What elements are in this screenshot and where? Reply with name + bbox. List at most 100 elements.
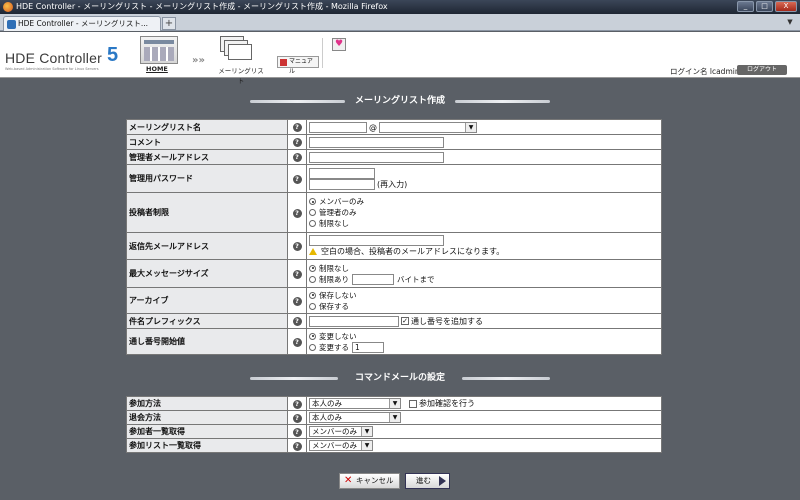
join-confirm-label: 参加確認を行う [419,399,475,408]
reply-to-input[interactable] [309,235,444,246]
hde-logo[interactable]: HDE Controller 5 [5,44,118,66]
mailinglist-link[interactable]: メーリングリスト [217,65,265,85]
radio-members-only[interactable]: メンバーのみ [309,196,659,207]
help-icon[interactable]: ? [292,123,302,132]
table-row: 件名プレフィックス ? ✓ 通し番号を追加する [126,313,662,329]
reenter-label: (再入力) [377,179,408,189]
tab-bar: HDE Controller - メーリングリスト... + ▼ [0,14,800,31]
new-tab-button[interactable]: + [162,17,176,30]
table-row: 参加方法 ? 本人のみ ▼ 参加確認を行う [126,396,662,411]
field-label: 参加方法 [126,396,288,411]
window-titlebar: HDE Controller - メーリングリスト - メーリングリスト作成 -… [0,0,800,14]
table-row: アーカイブ ? 保存しない 保存する [126,287,662,314]
field-label: 件名プレフィックス [126,313,288,329]
heart-icon[interactable]: ♥ [332,38,346,51]
next-button[interactable]: 進む [405,473,450,489]
chevron-down-icon: ▼ [361,441,372,450]
manual-button[interactable]: マニュアル [277,56,319,75]
leave-method-select[interactable]: 本人のみ ▼ [309,412,401,423]
chevron-down-icon: ▼ [389,413,400,422]
table-row: 管理用パスワード ? (再入力) [126,164,662,193]
help-icon[interactable]: ? [292,153,302,162]
help-icon[interactable]: ? [292,208,302,218]
help-icon[interactable]: ? [292,317,302,326]
radio-serial-change[interactable]: 変更する 1 [309,341,659,353]
field-label: 通し番号開始値 [126,328,288,355]
radio-archive-no[interactable]: 保存しない [309,290,659,301]
table-row: メーリングリスト名 ? @ ▼ [126,119,662,135]
help-icon[interactable]: ? [292,138,302,147]
tab-label: HDE Controller - メーリングリスト... [18,19,149,28]
help-icon[interactable]: ? [292,413,302,423]
field-label: 参加者一覧取得 [126,424,288,439]
help-icon[interactable]: ? [292,174,302,184]
cancel-button[interactable]: ✕ キャンセル [339,473,400,489]
table-row: 参加リスト一覧取得 ? メンバーのみ ▼ [126,438,662,453]
table-row: 投稿者制限 ? メンバーのみ 管理者のみ 制限なし [126,192,662,233]
table-row: 退会方法 ? 本人のみ ▼ [126,410,662,425]
table-row: 返信先メールアドレス ? 空白の場合、投稿者のメールアドレスになります。 [126,232,662,260]
envelope-stack-icon[interactable] [220,36,258,64]
list-list-select[interactable]: メンバーのみ ▼ [309,440,373,451]
home-link[interactable]: HOME [146,65,168,73]
radio-serial-keep[interactable]: 変更しない [309,331,659,342]
help-icon[interactable]: ? [292,441,302,451]
table-row: 最大メッセージサイズ ? 制限なし 制限あり バイトまで [126,259,662,288]
help-icon[interactable]: ? [292,427,302,437]
close-button[interactable]: X [775,1,797,12]
radio-no-limit[interactable]: 制限なし [309,218,659,229]
join-method-select[interactable]: 本人のみ ▼ [309,398,401,409]
field-label: アーカイブ [126,287,288,314]
table-row: 参加者一覧取得 ? メンバーのみ ▼ [126,424,662,439]
field-label: 最大メッセージサイズ [126,259,288,288]
serial-start-input[interactable]: 1 [352,341,384,353]
radio-admins-only[interactable]: 管理者のみ [309,207,659,218]
calendar-icon[interactable] [140,36,178,64]
section-title-command: コマンドメールの設定 [250,372,550,384]
password-confirm-input[interactable] [309,178,375,190]
password-input[interactable] [309,167,375,179]
member-list-select[interactable]: メンバーのみ ▼ [309,426,373,437]
field-label: 参加リスト一覧取得 [126,438,288,453]
maximize-button[interactable]: □ [756,1,773,12]
help-icon[interactable]: ? [292,269,302,279]
field-label: コメント [126,134,288,150]
ml-name-input[interactable] [309,121,367,133]
serial-checkbox-label: 通し番号を追加する [411,316,483,326]
serial-checkbox[interactable]: ✓ [401,317,409,325]
warning-icon [309,248,317,255]
field-label: 管理用パスワード [126,164,288,193]
chevron-down-icon: ▼ [361,427,372,436]
prefix-input[interactable] [309,315,399,327]
help-icon[interactable]: ? [292,399,302,409]
reply-to-note: 空白の場合、投稿者のメールアドレスになります。 [321,247,505,256]
table-row: 管理者メールアドレス ? [126,149,662,165]
at-sign: @ [369,122,377,132]
field-label: 退会方法 [126,410,288,425]
help-icon[interactable]: ? [292,242,302,251]
logout-button[interactable]: ログアウト [737,65,787,75]
radio-size-unlimited[interactable]: 制限なし [309,263,659,274]
command-form-table: 参加方法 ? 本人のみ ▼ 参加確認を行う 退会方法 ? 本人のみ ▼ 参加者一覧取… [126,396,662,453]
help-icon[interactable]: ? [292,337,302,347]
firefox-icon [3,2,13,12]
radio-archive-yes[interactable]: 保存する [309,301,659,312]
tab-list-chevron-icon[interactable]: ▼ [784,18,796,28]
size-input[interactable] [352,273,394,285]
radio-size-limited[interactable]: 制限あり バイトまで [309,273,659,285]
minimize-button[interactable]: _ [737,1,754,12]
comment-input[interactable] [309,136,444,148]
join-confirm-checkbox[interactable] [409,399,417,408]
field-label: メーリングリスト名 [126,119,288,135]
help-icon[interactable]: ? [292,296,302,306]
divider [322,38,323,68]
window-title: HDE Controller - メーリングリスト - メーリングリスト作成 -… [16,2,388,11]
logo-subtitle: Web-based Administration Software for Li… [5,67,99,71]
create-form-table: メーリングリスト名 ? @ ▼ コメント ? 管理者メールアドレス ? 管理用パ… [126,119,662,355]
chevron-down-icon: ▼ [465,122,476,132]
admin-email-input[interactable] [309,151,444,163]
domain-select[interactable]: ▼ [379,121,477,133]
book-icon [280,59,287,66]
arrow-right-icon [439,476,446,486]
browser-tab[interactable]: HDE Controller - メーリングリスト... [3,16,161,31]
